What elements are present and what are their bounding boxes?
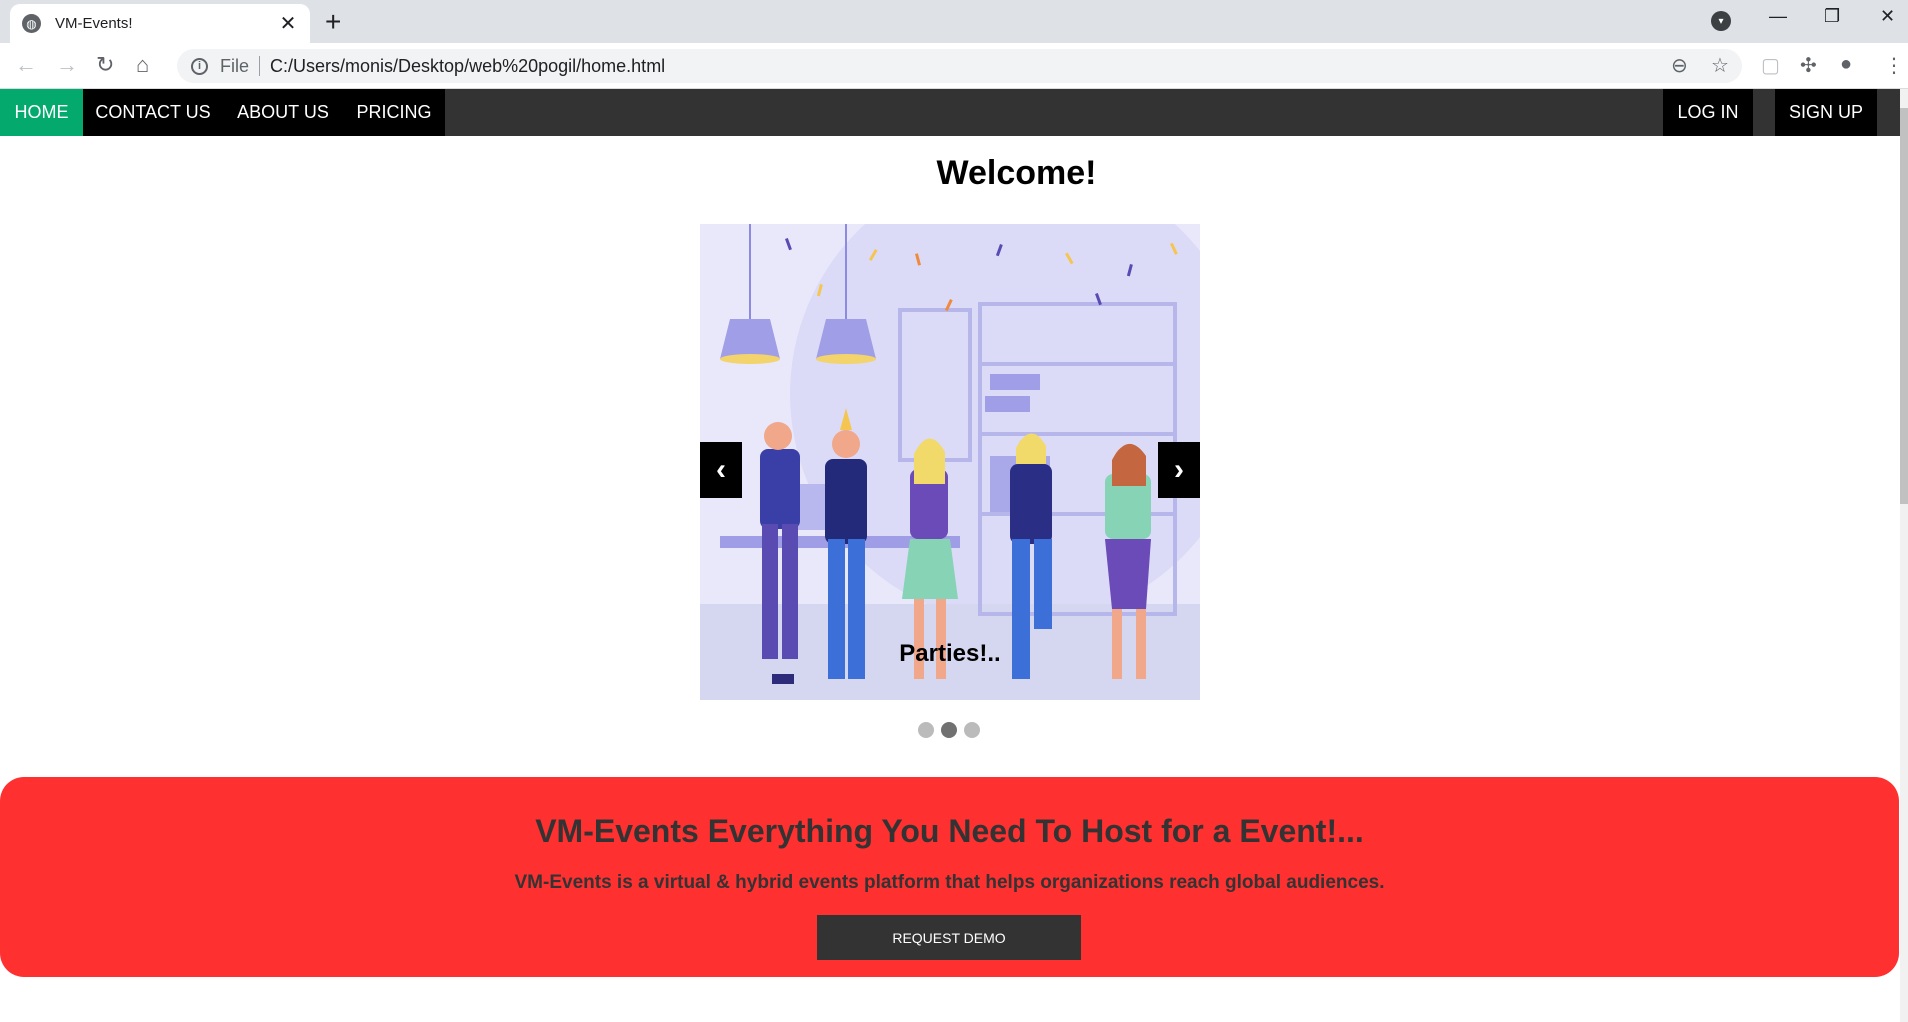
arrow-right-icon[interactable]: → [56, 52, 78, 78]
nav-log-in[interactable]: LOG IN [1663, 89, 1753, 136]
banner-title: VM-Events Everything You Need To Host fo… [535, 813, 1364, 849]
puzzle-icon[interactable]: ✣ [1800, 53, 1817, 78]
arrow-left-icon[interactable]: ← [15, 52, 37, 78]
nav-pricing[interactable]: PRICING [343, 89, 445, 136]
home-icon[interactable]: ⌂ [136, 52, 149, 78]
extension-icon[interactable]: ▢ [1761, 53, 1780, 78]
url-text[interactable]: C:/Users/monis/Desktop/web%20pogil/home.… [270, 56, 665, 77]
slide-dot-3[interactable] [964, 722, 980, 738]
reload-icon[interactable]: ↻ [96, 52, 114, 78]
nav-sign-up[interactable]: SIGN UP [1775, 89, 1877, 136]
browser-tab[interactable]: ◍ VM-Events! ✕ [10, 4, 310, 43]
globe-icon: ◍ [22, 14, 41, 33]
tab-title: VM-Events! [55, 15, 133, 32]
scheme-label: File [220, 55, 250, 76]
minimize-icon[interactable]: — [1769, 6, 1787, 27]
kebab-menu-icon[interactable]: ⋮ [1884, 53, 1904, 78]
request-demo-button[interactable]: REQUEST DEMO [817, 915, 1081, 960]
info-icon[interactable]: i [191, 57, 208, 75]
nav-contact-us[interactable]: CONTACT US [83, 89, 223, 136]
top-navigation: HOME CONTACT US ABOUT US PRICING LOG IN … [0, 89, 1900, 136]
page-title: Welcome! [936, 154, 1097, 192]
profile-icon[interactable]: ● [1840, 53, 1852, 76]
address-bar[interactable]: i File C:/Users/monis/Desktop/web%20pogi… [177, 49, 1742, 83]
banner-subtitle: VM-Events is a virtual & hybrid events p… [514, 872, 1385, 893]
slide-caption: Parties!.. [899, 640, 1001, 667]
close-window-icon[interactable]: ✕ [1880, 6, 1895, 27]
party-illustration [700, 224, 1200, 700]
slideshow-prev-button[interactable]: ‹ [700, 442, 742, 498]
slide-dot-2[interactable] [941, 722, 957, 738]
scrollbar-thumb[interactable] [1900, 108, 1908, 504]
nav-about-us[interactable]: ABOUT US [223, 89, 343, 136]
divider [259, 56, 261, 76]
slide-dot-1[interactable] [918, 722, 934, 738]
slideshow-next-button[interactable]: › [1158, 442, 1200, 498]
new-tab-icon[interactable]: + [325, 6, 341, 38]
slideshow-image [700, 224, 1200, 700]
nav-home[interactable]: HOME [0, 89, 83, 136]
zoom-out-icon[interactable]: ⊖ [1671, 53, 1688, 78]
star-icon[interactable]: ☆ [1711, 53, 1729, 78]
close-tab-icon[interactable]: ✕ [278, 11, 298, 36]
restore-icon[interactable]: ❐ [1824, 6, 1840, 27]
tab-search-icon[interactable]: ▾ [1711, 11, 1731, 31]
cta-banner: VM-Events Everything You Need To Host fo… [0, 777, 1899, 977]
